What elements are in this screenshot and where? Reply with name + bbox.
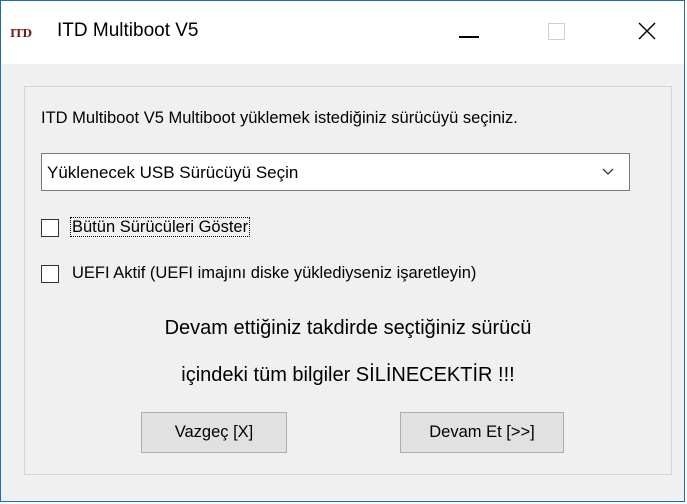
- minimize-button[interactable]: [438, 1, 500, 61]
- show-all-drives-label: Bütün Sürücüleri Göster: [70, 217, 251, 237]
- app-window: ITD ITD Multiboot V5 ITD Multiboot V5 Mu…: [0, 0, 685, 502]
- drive-select-value: Yüklenecek USB Sürücüyü Seçin: [47, 163, 299, 182]
- close-button[interactable]: [616, 1, 678, 61]
- title-bar[interactable]: ITD ITD Multiboot V5: [1, 1, 684, 64]
- warning-line-2: içindeki tüm bilgiler SİLİNECEKTİR !!!: [181, 364, 515, 386]
- minimize-icon: [459, 36, 479, 38]
- maximize-button: [525, 1, 587, 61]
- chevron-down-icon: [602, 168, 614, 175]
- instruction-text: ITD Multiboot V5 Multiboot yüklemek iste…: [41, 109, 518, 127]
- app-logo-icon: ITD: [10, 27, 32, 40]
- maximize-icon: [547, 22, 565, 40]
- warning-line-1: Devam ettiğiniz takdirde seçtiğiniz sürü…: [164, 317, 532, 339]
- main-panel: ITD Multiboot V5 Multiboot yüklemek iste…: [24, 86, 672, 475]
- uefi-active-checkbox[interactable]: [41, 265, 59, 283]
- uefi-active-label: UEFI Aktif (UEFI imajını diske yüklediys…: [72, 264, 477, 282]
- continue-button[interactable]: Devam Et [>>]: [400, 412, 564, 453]
- cancel-button[interactable]: Vazgeç [X]: [141, 412, 287, 453]
- window-title: ITD Multiboot V5: [57, 20, 199, 41]
- show-all-drives-checkbox[interactable]: [41, 219, 59, 237]
- drive-select-dropdown[interactable]: Yüklenecek USB Sürücüyü Seçin: [41, 153, 630, 191]
- close-icon: [638, 22, 656, 40]
